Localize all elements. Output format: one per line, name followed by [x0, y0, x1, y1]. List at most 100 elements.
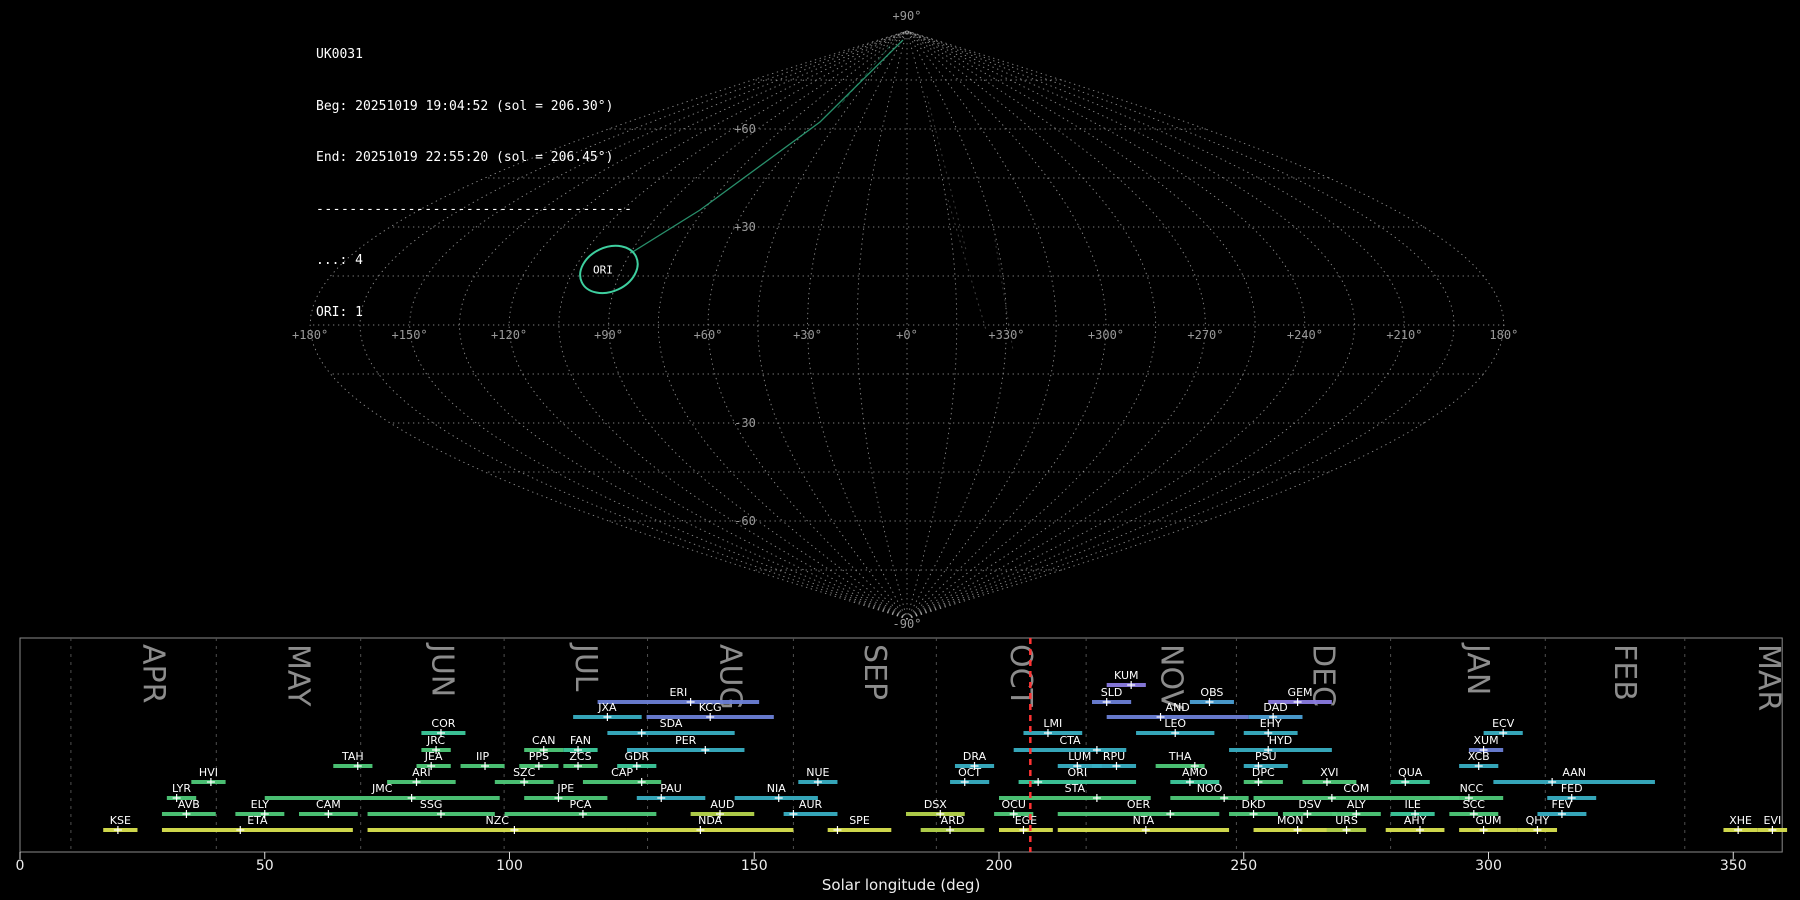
shower-label-SSG: SSG: [420, 798, 443, 811]
peak-marker-COM: [1328, 794, 1336, 802]
shower-bar-NOO: [1170, 796, 1248, 800]
equator-label: +270°: [1187, 328, 1223, 342]
shower-label-CTA: CTA: [1059, 734, 1081, 747]
shower-label-PPS: PPS: [529, 750, 549, 763]
sporadic-trail-1: [948, 200, 986, 330]
shower-label-JRC: JRC: [426, 734, 445, 747]
shower-bar-TAH: [333, 764, 372, 768]
shower-label-KSE: KSE: [110, 814, 131, 827]
shower-label-KUM: KUM: [1114, 669, 1138, 682]
x-tick-label: 150: [741, 858, 768, 874]
month-label-jun: JUN: [424, 642, 459, 697]
shower-label-AAN: AAN: [1562, 766, 1586, 779]
shower-label-SCC: SCC: [1463, 798, 1486, 811]
shower-label-QHY: QHY: [1526, 814, 1550, 827]
shower-bar-NZC: [368, 828, 627, 832]
peak-marker-PCA: [579, 810, 587, 818]
shower-label-GDR: GDR: [624, 750, 649, 763]
shower-bar-JMC: [265, 796, 500, 800]
peak-marker-SDA: [638, 729, 646, 737]
info-divider: --------------------------------------: [316, 201, 632, 218]
shower-bar-SSG: [368, 812, 495, 816]
shower-label-ERI: ERI: [669, 686, 687, 699]
shower-bar-DPC: [1244, 780, 1283, 784]
shower-label-OCT: OCT: [958, 766, 981, 779]
shower-label-NZC: NZC: [486, 814, 510, 827]
peak-marker-CAM: [324, 810, 332, 818]
x-axis-title: Solar longitude (deg): [822, 876, 980, 894]
sporadic-trail-2: [927, 96, 966, 250]
peak-marker-AUR: [789, 810, 797, 818]
shower-bar-SLD: [1092, 700, 1131, 704]
shower-label-GUM: GUM: [1475, 814, 1501, 827]
ori-meteor-trail-2: [836, 46, 890, 110]
month-label-feb: FEB: [1607, 644, 1642, 701]
shower-label-TAH: TAH: [341, 750, 364, 763]
peak-marker-PAU: [657, 794, 665, 802]
shower-label-NDA: NDA: [698, 814, 723, 827]
shower-bar-HYD: [1229, 748, 1332, 752]
shower-label-SLD: SLD: [1101, 686, 1123, 699]
peak-marker-SZC: [520, 778, 528, 786]
peak-marker-ECV: [1499, 729, 1507, 737]
shower-label-AVB: AVB: [178, 798, 200, 811]
shower-label-PER: PER: [675, 734, 697, 747]
sky-map: +180°+150°+120°+90°+60°+30°+0°+330°+300°…: [0, 0, 1800, 630]
peak-marker-NOO: [1220, 794, 1228, 802]
graticule-meridian: [907, 31, 1205, 619]
parallel-label: +60: [734, 122, 756, 136]
shower-label-EGE: EGE: [1015, 814, 1037, 827]
parallel-label: +30: [734, 220, 756, 234]
peak-marker-KSE: [114, 826, 122, 834]
shower-label-RPU: RPU: [1103, 750, 1125, 763]
peak-marker-OER: [1166, 810, 1174, 818]
peak-marker-PER: [701, 746, 709, 754]
peak-marker-PPS: [535, 762, 543, 770]
shower-label-ELY: ELY: [251, 798, 270, 811]
shower-bar-QUA: [1391, 780, 1430, 784]
peak-marker-JPE: [554, 794, 562, 802]
shower-bar-SDA: [607, 731, 734, 735]
shower-bar-ETA: [162, 828, 353, 832]
shower-label-THA: THA: [1168, 750, 1192, 763]
shower-label-SDA: SDA: [660, 717, 683, 730]
peak-marker-HVI: [207, 778, 215, 786]
peak-marker-AAN: [1548, 778, 1556, 786]
peak-marker-GDR: [633, 762, 641, 770]
shower-label-FEV: FEV: [1552, 798, 1573, 811]
x-tick-label: 300: [1475, 858, 1502, 874]
shower-label-KCG: KCG: [699, 701, 722, 714]
graticule-meridian: [857, 31, 907, 619]
equator-label: 180°: [1489, 328, 1518, 342]
shower-label-JMC: JMC: [371, 782, 393, 795]
peak-marker-EVI: [1768, 826, 1776, 834]
peak-marker-STA: [1093, 794, 1101, 802]
month-label-sep: SEP: [857, 644, 892, 700]
peak-marker-NDA: [696, 826, 704, 834]
shower-label-DSV: DSV: [1298, 798, 1321, 811]
activity-timeline-chart: APRMAYJUNJULAUGSEPOCTNOVDECJANFEBMARKUME…: [0, 630, 1800, 900]
graticule-meridian: [907, 31, 1106, 619]
peak-marker-ARD: [946, 826, 954, 834]
shower-label-ORI: ORI: [1068, 766, 1088, 779]
peak-marker-JXA: [603, 713, 611, 721]
shower-bar-ERI: [598, 700, 760, 704]
x-tick-label: 250: [1230, 858, 1257, 874]
peak-marker-RPU: [1112, 762, 1120, 770]
peak-marker-NZC: [510, 826, 518, 834]
shower-label-COM: COM: [1343, 782, 1369, 795]
month-label-may: MAY: [280, 644, 315, 707]
shower-label-DRA: DRA: [963, 750, 987, 763]
obs-begin: Beg: 20251019 19:04:52 (sol = 206.30°): [316, 98, 632, 115]
shower-label-JPE: JPE: [556, 782, 574, 795]
shower-label-LMI: LMI: [1043, 717, 1062, 730]
shower-label-HYD: HYD: [1269, 734, 1292, 747]
shower-label-DAD: DAD: [1263, 701, 1287, 714]
peak-marker-XCB: [1475, 762, 1483, 770]
shower-label-NTA: NTA: [1133, 814, 1155, 827]
peak-marker-DSV: [1303, 810, 1311, 818]
shower-label-IIP: IIP: [476, 750, 489, 763]
shower-label-CAM: CAM: [316, 798, 341, 811]
peak-marker-NUE: [814, 778, 822, 786]
shower-label-JEA: JEA: [424, 750, 443, 763]
